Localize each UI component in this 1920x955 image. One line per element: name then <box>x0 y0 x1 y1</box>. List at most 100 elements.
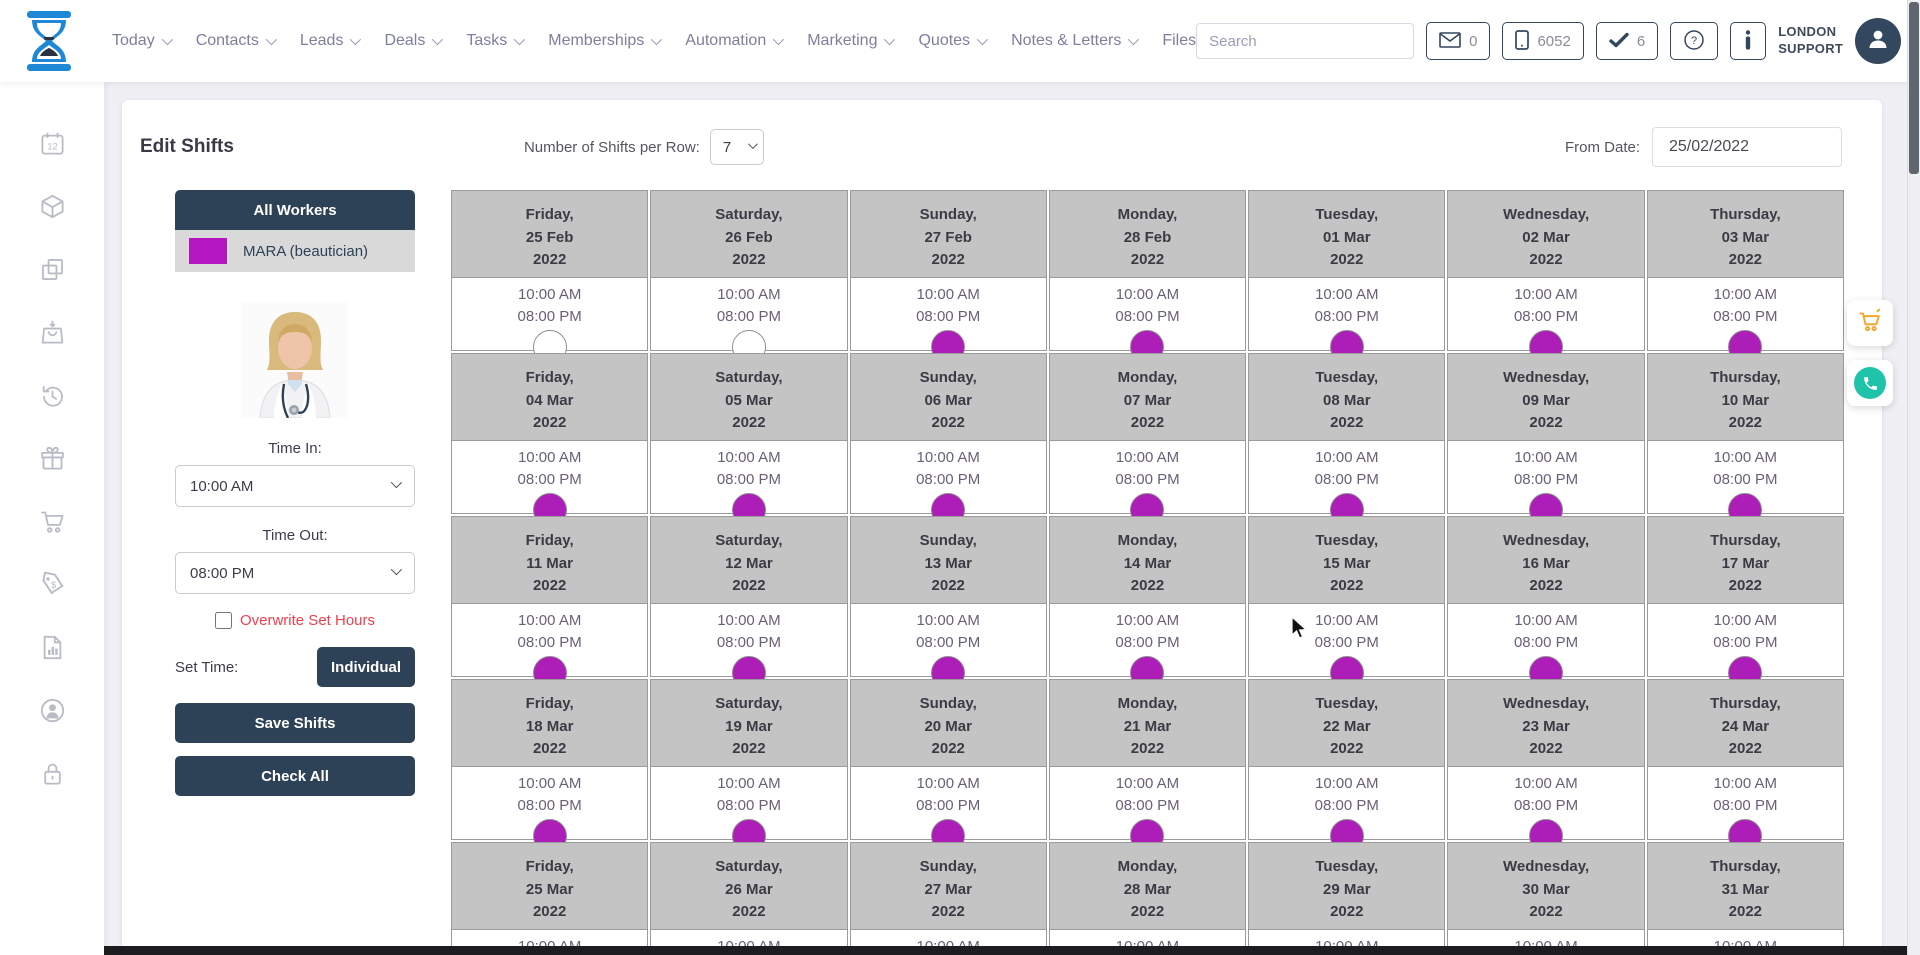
mail-count: 0 <box>1469 33 1477 50</box>
shift-cell: 10:00 AM08:00 PM <box>451 441 648 514</box>
person-icon <box>1865 26 1891 57</box>
shift-time-in: 10:00 AM <box>452 773 647 795</box>
day-header-cell: Tuesday,15 Mar2022 <box>1248 516 1445 604</box>
day-header-cell: Thursday,17 Mar2022 <box>1647 516 1844 604</box>
task-count: 6 <box>1637 33 1645 50</box>
price-tag-icon[interactable]: $ <box>39 571 66 598</box>
time-in-select[interactable]: 10:00 AM <box>175 465 415 507</box>
shift-cell: 10:00 AM08:00 PM <box>451 278 648 351</box>
shift-time-out: 08:00 PM <box>1050 795 1245 817</box>
shift-cell: 10:00 AM08:00 PM <box>1647 767 1844 840</box>
shift-cell: 10:00 AM08:00 PM <box>451 604 648 677</box>
user-avatar[interactable] <box>1855 18 1901 64</box>
shift-time-out: 08:00 PM <box>1249 469 1444 491</box>
top-bar: Today Contacts Leads Deals Tasks Memberships A… <box>0 0 1907 82</box>
worker-row[interactable]: MARA (beautician) <box>175 230 415 272</box>
day-header-cell: Thursday,03 Mar2022 <box>1647 190 1844 278</box>
shopping-bag-icon[interactable] <box>39 319 66 346</box>
day-header-cell: Friday,04 Mar2022 <box>451 353 648 441</box>
nav-item-automation[interactable]: Automation <box>685 32 781 50</box>
day-header-cell: Saturday,05 Mar2022 <box>650 353 847 441</box>
floating-phone-button[interactable] <box>1847 360 1893 406</box>
floating-cart-button[interactable] <box>1847 300 1893 346</box>
lock-icon[interactable] <box>39 760 66 787</box>
all-workers-button[interactable]: All Workers <box>175 190 415 230</box>
app-logo-hourglass-icon[interactable] <box>24 11 74 71</box>
day-header-cell: Friday,11 Mar2022 <box>451 516 648 604</box>
history-icon[interactable] <box>39 382 66 409</box>
vertical-scrollbar-track[interactable] <box>1907 0 1920 955</box>
report-icon[interactable] <box>39 634 66 661</box>
shift-calendar: Friday,25 Feb2022Saturday,26 Feb2022Sund… <box>451 190 1844 955</box>
shift-time-in: 10:00 AM <box>1050 610 1245 632</box>
shift-time-out: 08:00 PM <box>1050 306 1245 328</box>
gift-icon[interactable] <box>39 445 66 472</box>
shift-cell: 10:00 AM08:00 PM <box>1248 278 1445 351</box>
horizontal-scrollbar[interactable] <box>104 946 1907 955</box>
user-circle-icon[interactable] <box>39 697 66 724</box>
nav-item-notes-letters[interactable]: Notes & Letters <box>1011 32 1136 50</box>
shift-cell: 10:00 AM08:00 PM <box>1049 278 1246 351</box>
shift-time-out: 08:00 PM <box>1249 795 1444 817</box>
nav-item-label: Marketing <box>807 32 877 50</box>
vertical-scrollbar-thumb[interactable] <box>1909 2 1919 174</box>
shift-time-in: 10:00 AM <box>651 773 846 795</box>
calendar-icon[interactable]: 12 <box>39 130 66 157</box>
individual-button[interactable]: Individual <box>317 647 415 687</box>
package-icon[interactable] <box>39 193 66 220</box>
overwrite-set-hours-checkbox[interactable] <box>215 612 232 629</box>
shift-time-out: 08:00 PM <box>452 306 647 328</box>
shift-cell: 10:00 AM08:00 PM <box>850 604 1047 677</box>
nav-item-quotes[interactable]: Quotes <box>918 32 985 50</box>
shift-time-in: 10:00 AM <box>1648 284 1843 306</box>
check-all-button[interactable]: Check All <box>175 756 415 796</box>
nav-item-tasks[interactable]: Tasks <box>466 32 522 50</box>
shift-time-out: 08:00 PM <box>851 469 1046 491</box>
phone-badge-button[interactable]: 6052 <box>1502 22 1583 60</box>
save-shifts-button[interactable]: Save Shifts <box>175 703 415 743</box>
cart-icon[interactable] <box>39 508 66 535</box>
shift-time-in: 10:00 AM <box>452 447 647 469</box>
nav-item-marketing[interactable]: Marketing <box>807 32 892 50</box>
day-header-cell: Monday,21 Mar2022 <box>1049 679 1246 767</box>
shifts-per-row-select[interactable]: 7 <box>710 129 764 165</box>
shift-cell: 10:00 AM08:00 PM <box>1647 604 1844 677</box>
nav-item-contacts[interactable]: Contacts <box>196 32 274 50</box>
shift-time-in: 10:00 AM <box>1249 610 1444 632</box>
svg-text:$: $ <box>51 580 56 590</box>
nav-item-memberships[interactable]: Memberships <box>548 32 659 50</box>
nav-item-label: Files <box>1162 32 1196 50</box>
shift-cell: 10:00 AM08:00 PM <box>650 441 847 514</box>
info-button[interactable] <box>1730 22 1766 60</box>
nav-item-files[interactable]: Files <box>1162 32 1196 50</box>
shift-cell: 10:00 AM08:00 PM <box>1647 441 1844 514</box>
search-input[interactable] <box>1197 33 1414 50</box>
day-header-cell: Tuesday,01 Mar2022 <box>1248 190 1445 278</box>
help-button[interactable]: ? <box>1670 22 1718 60</box>
nav-item-leads[interactable]: Leads <box>300 32 359 50</box>
nav-item-label: Automation <box>685 32 766 50</box>
time-out-select[interactable]: 08:00 PM <box>175 552 415 594</box>
shift-cell: 10:00 AM08:00 PM <box>1049 441 1246 514</box>
day-header-cell: Monday,07 Mar2022 <box>1049 353 1246 441</box>
tasks-badge-button[interactable]: 6 <box>1596 22 1658 60</box>
day-header-cell: Saturday,19 Mar2022 <box>650 679 847 767</box>
mail-badge-button[interactable]: 0 <box>1426 22 1490 60</box>
shift-time-out: 08:00 PM <box>651 632 846 654</box>
copy-icon[interactable] <box>39 256 66 283</box>
shift-time-in: 10:00 AM <box>452 284 647 306</box>
set-time-row: Set Time: Individual <box>175 647 415 687</box>
nav-item-deals[interactable]: Deals <box>384 32 440 50</box>
shift-time-out: 08:00 PM <box>1648 469 1843 491</box>
checkmark-icon <box>1609 32 1629 51</box>
shift-time-out: 08:00 PM <box>851 632 1046 654</box>
cart-icon <box>1857 308 1883 339</box>
day-header-cell: Sunday,27 Feb2022 <box>850 190 1047 278</box>
chevron-down-icon <box>977 34 988 45</box>
nav-item-today[interactable]: Today <box>112 32 170 50</box>
shift-time-in: 10:00 AM <box>1648 773 1843 795</box>
from-date-input[interactable] <box>1652 127 1842 167</box>
day-header-cell: Wednesday,23 Mar2022 <box>1447 679 1644 767</box>
shift-time-out: 08:00 PM <box>851 795 1046 817</box>
shift-time-in: 10:00 AM <box>851 284 1046 306</box>
